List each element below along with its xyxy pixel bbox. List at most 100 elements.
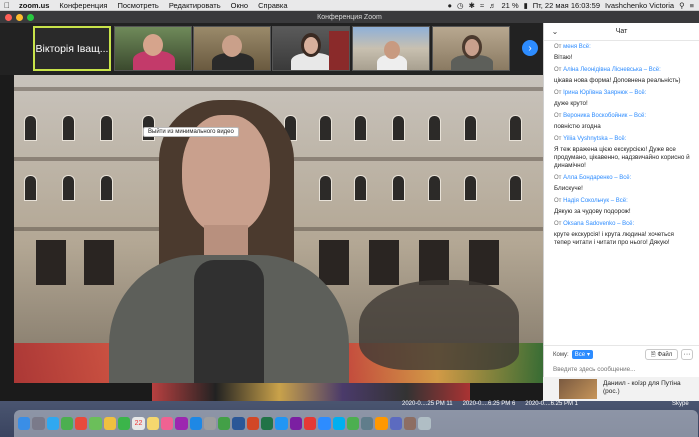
- recipient-select[interactable]: Все ▾: [571, 350, 594, 359]
- menu-help[interactable]: Справка: [253, 1, 292, 10]
- preview-icon[interactable]: [361, 417, 374, 430]
- article-thumbnail: [559, 379, 597, 399]
- chat-messages[interactable]: От меня Всё: Вітаю! От Аліна Леонідівна …: [544, 41, 699, 247]
- desktop-file[interactable]: 2020-0....6.25 PM 6: [463, 401, 516, 407]
- desktop-file[interactable]: 2020-0....6.25 PM 1: [525, 401, 578, 407]
- telegram-icon[interactable]: [275, 417, 288, 430]
- recipient-row: Кому: Все ▾: [553, 350, 594, 359]
- podcasts-icon[interactable]: [175, 417, 188, 430]
- exit-minimal-video-tooltip[interactable]: Выйти из минимального видео: [143, 127, 239, 137]
- menu-window[interactable]: Окно: [226, 1, 253, 10]
- file-button-label: Файл: [657, 351, 673, 358]
- downloads-folder-icon[interactable]: [404, 417, 417, 430]
- messages-icon[interactable]: [60, 417, 74, 430]
- bluetooth-icon[interactable]: ✱: [469, 1, 475, 10]
- chat-panel: ⌄ Чат От меня Всё: Вітаю! От Аліна Леоні…: [543, 23, 699, 377]
- message-text: Вітаю!: [554, 54, 573, 61]
- chrome-icon[interactable]: [346, 417, 360, 430]
- message-text: цікава нова форма! Доповнена реальність): [554, 77, 681, 84]
- main-speaker-video[interactable]: [14, 75, 543, 383]
- app-store-icon[interactable]: [189, 417, 202, 430]
- folder-icon[interactable]: [389, 417, 403, 430]
- photos-icon[interactable]: [103, 417, 117, 430]
- chevron-down-icon[interactable]: ⌄: [544, 27, 566, 36]
- participant-tile[interactable]: [114, 26, 192, 71]
- message-sender[interactable]: меня: [563, 44, 577, 50]
- vlc-icon[interactable]: [375, 417, 388, 430]
- close-window-button[interactable]: [5, 14, 12, 21]
- message-text: Дякую за чудову подорож!: [554, 208, 631, 215]
- message-text: дуже круто!: [554, 100, 588, 107]
- file-button[interactable]: 🗎 Файл: [645, 349, 678, 360]
- chat-message: От Oksana Sadovenko – Всё: круте екскурс…: [554, 221, 690, 247]
- window-title: Конференция Zoom: [317, 13, 382, 21]
- message-text: круте екскурсія! і крута людина! хочетьс…: [554, 231, 674, 246]
- participant-tile[interactable]: [432, 26, 510, 71]
- notes-icon[interactable]: [146, 417, 159, 430]
- word-icon[interactable]: [232, 417, 245, 430]
- menu-list-icon[interactable]: ≡: [690, 1, 694, 10]
- wifi-icon[interactable]: ≈: [480, 1, 484, 10]
- calendar-icon[interactable]: 22: [132, 417, 145, 430]
- message-sender[interactable]: Надія Сокольчук: [563, 198, 609, 204]
- background-browser-window[interactable]: Даниил - коїзр для Путіна (рос.): [543, 377, 699, 401]
- participant-tile[interactable]: [272, 26, 350, 71]
- message-sender[interactable]: Yiliia Vyshnytska: [563, 136, 608, 142]
- message-text: Я теж вражена цією екскурсією! Дуже все …: [554, 146, 690, 169]
- window-titlebar: Конференция Zoom: [0, 11, 699, 23]
- participant-tile-active-speaker[interactable]: Вікторія Іващ...: [33, 26, 111, 71]
- system-preferences-icon[interactable]: [203, 417, 217, 430]
- maps-icon[interactable]: [89, 417, 102, 430]
- filmstrip-next-arrow-icon[interactable]: ›: [522, 40, 538, 56]
- background-window-strip: [0, 383, 543, 401]
- mail-icon[interactable]: [75, 417, 88, 430]
- menu-view[interactable]: Посмотреть: [112, 1, 163, 10]
- video-area: Вікторія Іващ... › Выйти из минимального…: [0, 23, 543, 383]
- message-sender[interactable]: Алла Бондаренко: [563, 175, 612, 181]
- maximize-window-button[interactable]: [27, 14, 34, 21]
- chat-message-input[interactable]: [553, 363, 693, 375]
- minimize-window-button[interactable]: [16, 14, 23, 21]
- desktop-file[interactable]: 2020-0....25 PM 11: [402, 401, 453, 407]
- datetime[interactable]: Пт, 22 мая 16:03:59: [533, 1, 600, 10]
- clock-status-icon[interactable]: ◷: [457, 1, 464, 10]
- message-text: повністю згодна: [554, 123, 601, 130]
- viber-icon[interactable]: [289, 417, 302, 430]
- message-sender[interactable]: Вероника Воскобойник: [563, 113, 627, 119]
- participant-tile[interactable]: [193, 26, 271, 71]
- search-icon[interactable]: ⚲: [679, 1, 685, 10]
- dock: 22: [14, 410, 698, 437]
- message-sender[interactable]: Ірина Юріївна Заярнюк: [563, 90, 628, 96]
- volume-icon[interactable]: ♬: [489, 1, 497, 10]
- powerpoint-icon[interactable]: [246, 417, 260, 430]
- music-icon[interactable]: [160, 417, 174, 430]
- chat-title: Чат: [615, 28, 628, 35]
- chat-message: От Вероника Воскобойник – Всё: повністю …: [554, 113, 690, 131]
- more-options-button[interactable]: ···: [681, 349, 693, 360]
- skype-icon[interactable]: [332, 417, 345, 430]
- battery-icon[interactable]: ▮: [524, 1, 528, 10]
- acrobat-icon[interactable]: [303, 417, 317, 430]
- excel-icon[interactable]: [261, 417, 274, 430]
- launchpad-icon[interactable]: [32, 417, 45, 430]
- menu-edit[interactable]: Редактировать: [164, 1, 226, 10]
- whatsapp-icon[interactable]: [218, 417, 231, 430]
- safari-icon[interactable]: [46, 417, 59, 430]
- battery-percent: 21 %: [501, 0, 519, 10]
- recipient-value: Все: [574, 351, 586, 358]
- file-icon: 🗎: [650, 351, 656, 358]
- zoom-status-icon[interactable]: ●: [448, 1, 453, 10]
- chat-message: От меня Всё: Вітаю!: [554, 44, 690, 62]
- trash-icon[interactable]: [418, 417, 431, 430]
- message-sender[interactable]: Аліна Леонідівна Лісневська: [563, 67, 642, 73]
- apple-icon[interactable]: : [0, 1, 14, 10]
- skype-desktop-label[interactable]: Skype: [672, 401, 689, 407]
- zoom-icon[interactable]: [318, 417, 331, 430]
- message-sender[interactable]: Oksana Sadovenko: [563, 221, 615, 227]
- menu-app-name[interactable]: zoom.us: [14, 1, 54, 10]
- user-name[interactable]: Ivashchenko Victoria: [605, 1, 674, 10]
- finder-icon[interactable]: [18, 417, 31, 430]
- participant-tile[interactable]: [352, 26, 430, 71]
- menu-conference[interactable]: Конференция: [54, 1, 112, 10]
- facetime-icon[interactable]: [118, 417, 131, 430]
